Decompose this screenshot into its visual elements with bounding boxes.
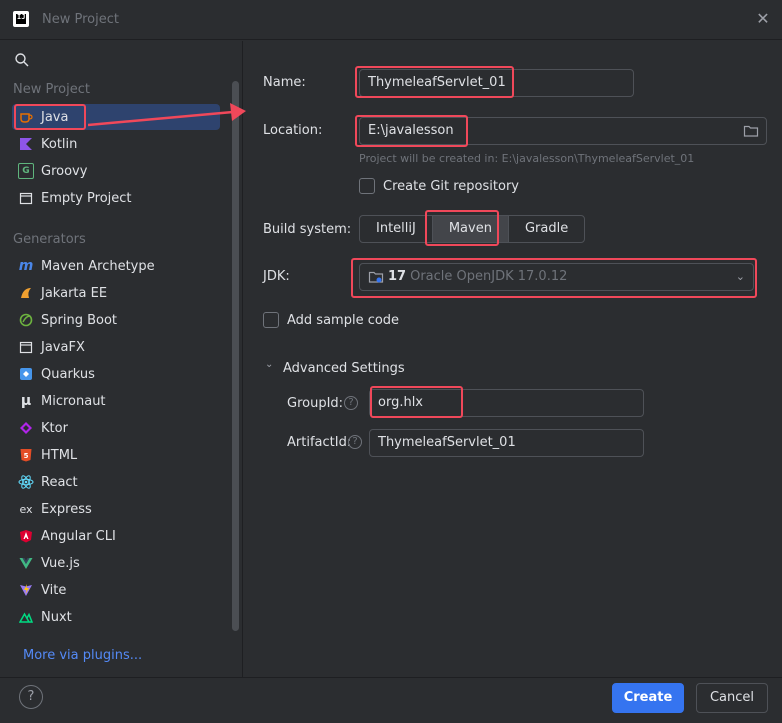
groupid-help-icon[interactable]: ? — [344, 396, 358, 410]
close-icon[interactable]: ✕ — [754, 10, 772, 28]
sidebar-item-jakarta-ee[interactable]: Jakarta EE — [12, 280, 220, 306]
jakarta-icon — [18, 285, 34, 301]
add-sample-code-checkbox[interactable] — [263, 312, 279, 328]
quarkus-icon — [18, 366, 34, 382]
sidebar-item-express[interactable]: ex Express — [12, 496, 220, 522]
artifactid-field[interactable]: ThymeleafServlet_01 — [369, 429, 644, 457]
title-bar: IJ New Project ✕ — [0, 0, 782, 40]
jdk-version: 17 — [388, 269, 407, 284]
window-title: New Project — [42, 12, 119, 27]
vue-icon — [18, 555, 34, 571]
jdk-folder-icon — [368, 271, 384, 283]
sidebar-item-groovy[interactable]: G Groovy — [12, 158, 220, 184]
maven-icon: m — [18, 258, 34, 274]
sidebar-item-angular-cli[interactable]: Angular CLI — [12, 523, 220, 549]
create-git-label: Create Git repository — [383, 179, 519, 194]
project-settings-form: Name: ThymeleafServlet_01 Location: E:\j… — [244, 41, 782, 677]
jdk-name: Oracle OpenJDK 17.0.12 — [410, 269, 568, 284]
name-field[interactable]: ThymeleafServlet_01 — [359, 69, 634, 97]
folder-icon — [18, 190, 34, 206]
build-option-intellij[interactable]: IntelliJ — [360, 216, 433, 242]
artifactid-help-icon[interactable]: ? — [348, 435, 362, 449]
nuxt-icon — [18, 609, 34, 625]
create-button[interactable]: Create — [612, 683, 684, 713]
sidebar-item-empty-project[interactable]: Empty Project — [12, 185, 220, 211]
kotlin-icon — [18, 136, 34, 152]
sidebar-item-quarkus[interactable]: Quarkus — [12, 361, 220, 387]
build-option-gradle[interactable]: Gradle — [509, 216, 584, 242]
artifactid-label: ArtifactId: — [287, 435, 352, 450]
express-icon: ex — [19, 502, 33, 516]
sidebar-item-html[interactable]: 5 HTML — [12, 442, 220, 468]
sidebar-item-kotlin[interactable]: Kotlin — [12, 131, 220, 157]
location-hint: Project will be created in: E:\javalesso… — [359, 152, 695, 165]
new-project-group-title: New Project — [13, 82, 90, 97]
cancel-button[interactable]: Cancel — [696, 683, 768, 713]
chevron-down-icon: ⌄ — [735, 270, 745, 283]
location-label: Location: — [263, 123, 323, 138]
build-option-maven[interactable]: Maven — [432, 216, 509, 242]
build-system-label: Build system: — [263, 222, 352, 237]
jdk-label: JDK: — [263, 269, 290, 284]
sidebar-item-micronaut[interactable]: μ Micronaut — [12, 388, 220, 414]
react-icon — [18, 474, 34, 490]
add-sample-code-label: Add sample code — [287, 313, 400, 328]
micronaut-icon: μ — [20, 393, 32, 409]
vite-icon — [18, 582, 34, 598]
html5-icon: 5 — [18, 447, 34, 463]
sidebar-item-vuejs[interactable]: Vue.js — [12, 550, 220, 576]
location-value: E:\javalesson — [368, 123, 454, 138]
search-icon[interactable] — [14, 52, 30, 68]
svg-text:5: 5 — [24, 452, 29, 460]
sidebar-scrollbar[interactable] — [232, 81, 239, 631]
build-system-selector: IntelliJ Maven Gradle — [359, 215, 586, 243]
sidebar-item-vite[interactable]: Vite — [12, 577, 220, 603]
sidebar-item-nuxt[interactable]: Nuxt — [12, 604, 220, 630]
groupid-label: GroupId: — [287, 396, 344, 411]
folder-browse-icon[interactable] — [743, 123, 759, 139]
generators-group-title: Generators — [13, 232, 86, 247]
more-via-plugins-link[interactable]: More via plugins... — [23, 648, 142, 663]
create-git-checkbox[interactable] — [359, 178, 375, 194]
groovy-icon: G — [18, 163, 34, 179]
annotation-arrow — [88, 103, 246, 127]
groupid-field[interactable]: org.hlx — [369, 389, 644, 417]
project-type-sidebar: New Project Java Kotlin G Groovy Empty P… — [0, 41, 243, 677]
ktor-icon — [18, 420, 34, 436]
sidebar-item-javafx[interactable]: JavaFX — [12, 334, 220, 360]
javafx-icon — [18, 339, 34, 355]
sidebar-item-spring-boot[interactable]: Spring Boot — [12, 307, 220, 333]
dialog-footer: ? Create Cancel — [0, 677, 782, 723]
sidebar-item-react[interactable]: React — [12, 469, 220, 495]
intellij-app-icon: IJ — [13, 11, 29, 27]
java-cup-icon — [18, 109, 34, 125]
name-label: Name: — [263, 75, 306, 90]
spring-icon — [18, 312, 34, 328]
sidebar-item-maven-archetype[interactable]: m Maven Archetype — [12, 253, 220, 279]
location-field[interactable]: E:\javalesson — [359, 117, 767, 145]
advanced-settings-toggle[interactable]: Advanced Settings — [283, 361, 405, 376]
sidebar-item-ktor[interactable]: Ktor — [12, 415, 220, 441]
jdk-dropdown[interactable]: 17 Oracle OpenJDK 17.0.12 ⌄ — [359, 263, 754, 291]
chevron-expand-icon[interactable]: ⌄ — [265, 359, 273, 370]
angular-icon — [18, 528, 34, 544]
help-button[interactable]: ? — [19, 685, 43, 709]
